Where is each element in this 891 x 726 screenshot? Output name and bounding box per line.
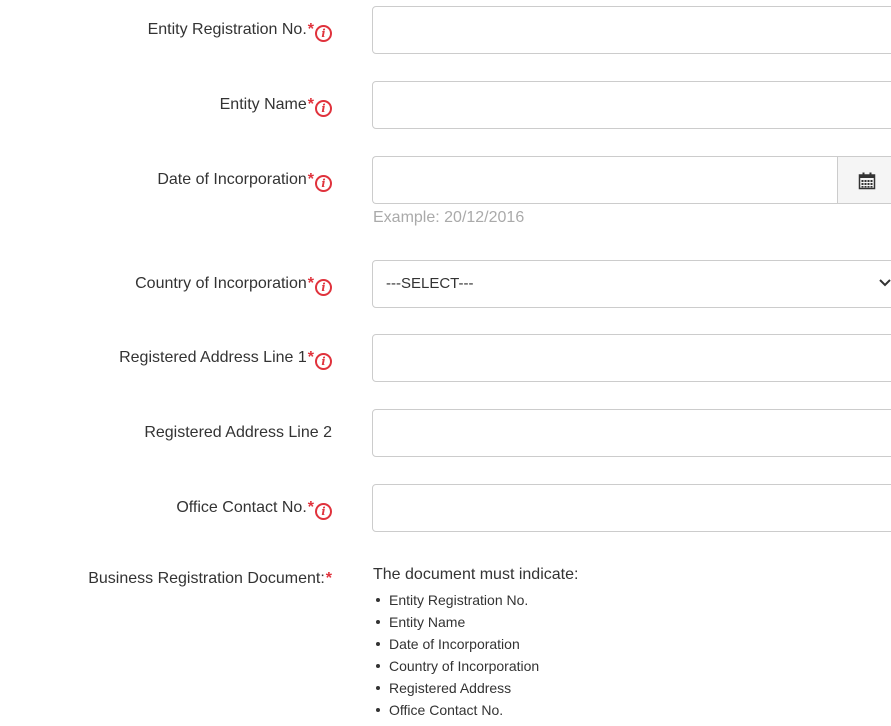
date-of-incorporation-label: Date of Incorporation * i bbox=[157, 156, 332, 204]
list-item: Date of Incorporation bbox=[373, 633, 539, 655]
date-of-incorporation-field bbox=[372, 156, 891, 204]
entity-reg-no-input[interactable] bbox=[373, 7, 891, 53]
info-icon[interactable]: i bbox=[315, 24, 332, 42]
date-of-incorporation-label-text: Date of Incorporation bbox=[157, 171, 307, 188]
business-doc-label: Business Registration Document:* bbox=[88, 570, 332, 588]
entity-reg-no-label-text: Entity Registration No. bbox=[147, 21, 307, 38]
office-contact-field[interactable] bbox=[372, 484, 891, 532]
country-of-incorporation-label-text: Country of Incorporation bbox=[135, 275, 307, 292]
reg-address-1-input[interactable] bbox=[373, 335, 891, 381]
date-of-incorporation-input[interactable] bbox=[373, 157, 837, 203]
business-doc-requirements-title: The document must indicate: bbox=[373, 566, 579, 583]
country-select-value: ---SELECT--- bbox=[386, 275, 474, 292]
required-marker: * bbox=[307, 171, 314, 188]
list-item: Office Contact No. bbox=[373, 699, 539, 721]
required-marker: * bbox=[307, 499, 314, 516]
entity-name-input[interactable] bbox=[373, 82, 891, 128]
required-marker: * bbox=[307, 349, 314, 366]
reg-address-2-label: Registered Address Line 2 bbox=[144, 409, 332, 457]
chevron-down-icon bbox=[879, 279, 891, 287]
calendar-icon bbox=[858, 172, 876, 190]
list-item: Registered Address bbox=[373, 677, 539, 699]
entity-name-label: Entity Name * i bbox=[220, 81, 332, 129]
list-item: Country of Incorporation bbox=[373, 655, 539, 677]
info-icon[interactable]: i bbox=[315, 502, 332, 520]
entity-name-label-text: Entity Name bbox=[219, 96, 307, 113]
office-contact-label: Office Contact No. * i bbox=[176, 484, 332, 532]
reg-address-2-field[interactable] bbox=[372, 409, 891, 457]
office-contact-label-text: Office Contact No. bbox=[176, 499, 307, 516]
entity-reg-no-label: Entity Registration No. * i bbox=[148, 6, 332, 54]
info-icon[interactable]: i bbox=[315, 352, 332, 370]
calendar-button[interactable] bbox=[837, 156, 891, 204]
reg-address-1-field[interactable] bbox=[372, 334, 891, 382]
info-icon[interactable]: i bbox=[315, 99, 332, 117]
reg-address-2-input[interactable] bbox=[373, 410, 891, 456]
reg-address-1-label-text: Registered Address Line 1 bbox=[119, 349, 307, 366]
required-marker: * bbox=[325, 570, 332, 587]
entity-reg-no-field[interactable] bbox=[372, 6, 891, 54]
entity-name-field[interactable] bbox=[372, 81, 891, 129]
info-icon[interactable]: i bbox=[315, 278, 332, 296]
business-doc-requirements-list: Entity Registration No. Entity Name Date… bbox=[373, 589, 539, 721]
required-marker: * bbox=[307, 275, 314, 292]
list-item: Entity Registration No. bbox=[373, 589, 539, 611]
business-doc-label-text: Business Registration Document: bbox=[88, 570, 325, 587]
required-marker: * bbox=[307, 21, 314, 38]
reg-address-1-label: Registered Address Line 1 * i bbox=[119, 334, 332, 382]
required-marker: * bbox=[307, 96, 314, 113]
date-input-box[interactable] bbox=[372, 156, 837, 204]
office-contact-input[interactable] bbox=[373, 485, 891, 531]
country-of-incorporation-label: Country of Incorporation * i bbox=[135, 260, 332, 308]
country-select[interactable]: ---SELECT--- bbox=[372, 260, 891, 308]
list-item: Entity Name bbox=[373, 611, 539, 633]
date-hint: Example: 20/12/2016 bbox=[373, 209, 525, 226]
info-icon[interactable]: i bbox=[315, 174, 332, 192]
reg-address-2-label-text: Registered Address Line 2 bbox=[144, 424, 332, 441]
